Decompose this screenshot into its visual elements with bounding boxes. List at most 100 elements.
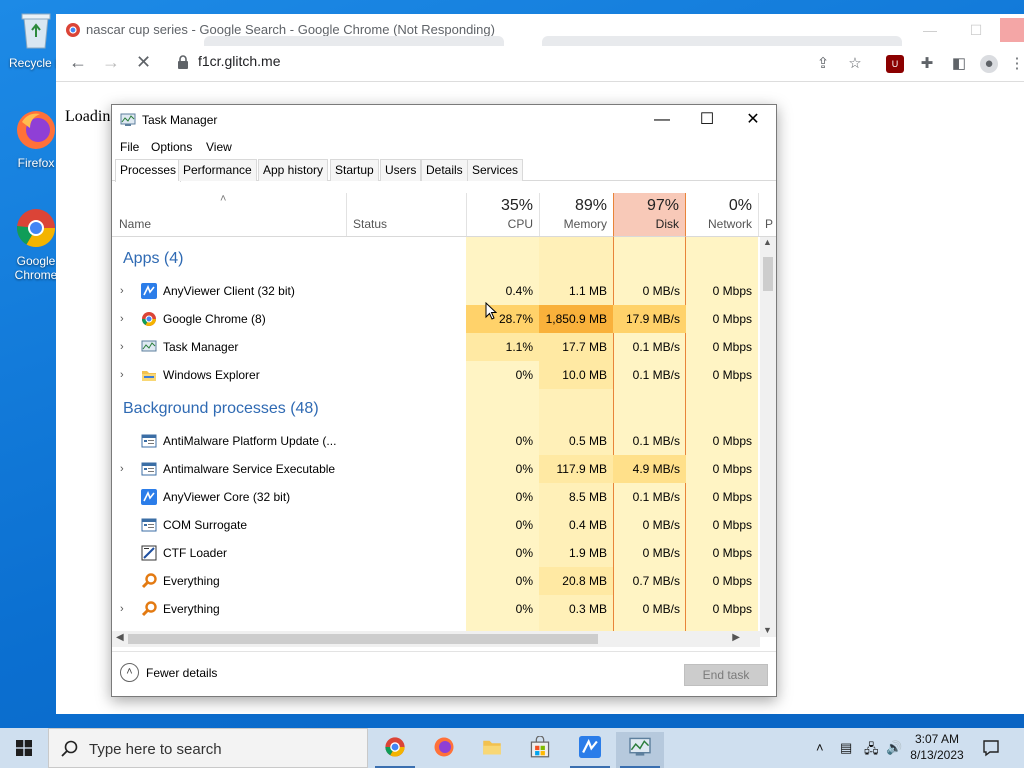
end-task-button[interactable]: End task (684, 664, 768, 686)
process-name: AnyViewer Core (32 bit) (163, 490, 291, 504)
expand-chevron-icon[interactable]: › (120, 277, 124, 305)
anyviewer-icon (579, 736, 601, 758)
vertical-scroll-thumb[interactable] (763, 257, 773, 291)
taskbar-search-placeholder: Type here to search (89, 741, 222, 758)
windows-logo-icon (16, 740, 32, 756)
header-power[interactable]: P (758, 193, 776, 237)
tab-details[interactable]: Details (421, 159, 468, 181)
tab-startup[interactable]: Startup (330, 159, 379, 181)
minimize-icon[interactable]: — (639, 105, 685, 135)
group-background-processes[interactable]: Background processes (48) (123, 400, 319, 418)
tab-users[interactable]: Users (380, 159, 422, 181)
chevron-up-icon[interactable]: ˄ (816, 740, 824, 755)
memory-value: 0.4 MB (568, 518, 607, 532)
table-row[interactable]: › Everything 0% 0.3 MB 0 MB/s 0 Mbps (112, 595, 758, 623)
tab-services[interactable]: Services (467, 159, 524, 181)
memory-value: 8.5 MB (568, 490, 607, 504)
notification-icon[interactable] (982, 739, 1000, 757)
disk-value: 0 MB/s (642, 602, 680, 616)
maximize-icon[interactable]: ☐ (684, 105, 730, 135)
chrome-tab[interactable] (542, 36, 902, 46)
stop-loading-icon[interactable]: ✕ (136, 52, 151, 73)
table-row[interactable]: Everything 0% 20.8 MB 0.7 MB/s 0 Mbps (112, 567, 758, 595)
fewer-details-link[interactable]: Fewer details (146, 666, 217, 680)
forward-icon[interactable]: → (102, 52, 120, 73)
expand-chevron-icon[interactable]: › (120, 305, 124, 333)
group-apps[interactable]: Apps (4) (123, 250, 183, 268)
task-manager-icon (141, 340, 157, 352)
header-name[interactable]: ˄ Name (112, 193, 346, 237)
table-row[interactable]: › Antimalware Service Executable 0% 117.… (112, 455, 758, 483)
header-network[interactable]: 0% Network (686, 193, 758, 237)
cpu-value: 0% (515, 490, 533, 504)
chevron-up-icon[interactable]: ˄ (120, 663, 139, 682)
table-row[interactable]: › AnyViewer Client (32 bit) 0.4% 1.1 MB … (112, 277, 758, 305)
tab-app-history[interactable]: App history (258, 159, 329, 181)
taskbar-app-store[interactable] (516, 732, 564, 768)
taskbar-app-anyviewer[interactable] (566, 732, 614, 768)
address-bar[interactable]: f1cr.glitch.me (198, 53, 280, 69)
expand-chevron-icon[interactable]: › (120, 455, 124, 483)
header-memory[interactable]: 89% Memory (539, 193, 613, 237)
memory-value: 17.7 MB (539, 333, 613, 361)
maximize-icon[interactable]: ☐ (956, 18, 996, 42)
expand-chevron-icon[interactable]: › (120, 361, 124, 389)
tab-processes[interactable]: Processes (115, 159, 182, 182)
side-panel-icon[interactable]: ◧ (950, 55, 968, 73)
menu-file[interactable]: File (120, 140, 139, 154)
vertical-scrollbar[interactable]: ▲ ▼ (760, 237, 776, 637)
taskbar-search-box[interactable]: Type here to search (48, 728, 368, 768)
scroll-left-icon[interactable]: ◀ (116, 632, 124, 643)
task-manager-window: Task Manager — ☐ ✕ File Options View Pro… (111, 104, 777, 697)
scroll-right-icon[interactable]: ▶ (732, 632, 740, 643)
table-row[interactable]: AnyViewer Core (32 bit) 0% 8.5 MB 0.1 MB… (112, 483, 758, 511)
cpu-value: 0% (515, 574, 533, 588)
table-row[interactable]: COM Surrogate 0% 0.4 MB 0 MB/s 0 Mbps (112, 511, 758, 539)
cpu-value: 0% (515, 434, 533, 448)
disk-value: 0.1 MB/s (632, 490, 680, 504)
scroll-up-icon[interactable]: ▲ (763, 237, 772, 247)
volume-icon[interactable]: 🔊 (886, 740, 902, 756)
menu-bar: File Options View (112, 137, 776, 159)
header-disk[interactable]: 97% Disk (613, 193, 686, 237)
table-row[interactable]: › Google Chrome (8) 28.7% 1,850.9 MB 17.… (112, 305, 758, 333)
bookmark-star-icon[interactable]: ☆ (846, 55, 864, 73)
service-window-icon (141, 462, 157, 476)
taskbar-app-chrome[interactable] (371, 732, 419, 768)
lock-icon[interactable] (176, 54, 190, 70)
table-row[interactable]: › Task Manager 1.1% 17.7 MB 0.1 MB/s 0 M… (112, 333, 758, 361)
horizontal-scrollbar[interactable]: ◀ ▶ (112, 631, 760, 647)
menu-view[interactable]: View (206, 140, 232, 154)
tab-performance[interactable]: Performance (178, 159, 257, 181)
expand-chevron-icon[interactable]: › (120, 595, 124, 623)
minimize-icon[interactable]: — (910, 18, 950, 42)
header-status[interactable]: Status (346, 193, 466, 237)
ublock-icon[interactable]: U (886, 55, 904, 73)
extensions-icon[interactable]: ✚ (918, 55, 936, 73)
profile-avatar-icon[interactable]: ● (980, 55, 998, 73)
taskbar-app-firefox[interactable] (420, 732, 468, 768)
hardware-icon[interactable]: ▤ (840, 740, 852, 756)
header-cpu[interactable]: 35% CPU (466, 193, 539, 237)
chrome-tab[interactable] (204, 36, 504, 46)
taskbar-clock[interactable]: 3:07 AM 8/13/2023 (906, 731, 968, 763)
table-row[interactable]: › Windows Explorer 0% 10.0 MB 0.1 MB/s 0… (112, 361, 758, 389)
start-button[interactable] (0, 728, 48, 768)
back-icon[interactable]: ← (69, 52, 87, 73)
network-icon[interactable]: 🖧 (864, 740, 879, 762)
process-name: Antimalware Service Executable (163, 462, 336, 476)
close-icon[interactable] (1000, 18, 1024, 42)
disk-value: 0.1 MB/s (632, 434, 680, 448)
horizontal-scroll-thumb[interactable] (128, 634, 598, 644)
share-icon[interactable]: ⇪ (814, 55, 832, 73)
table-row[interactable]: AntiMalware Platform Update (... 0% 0.5 … (112, 427, 758, 455)
chrome-menu-icon[interactable]: ⋮ (1008, 55, 1024, 73)
taskbar-app-file-explorer[interactable] (468, 732, 516, 768)
taskbar-app-task-manager[interactable] (616, 732, 664, 768)
close-icon[interactable]: ✕ (730, 105, 776, 135)
table-row[interactable]: CTF Loader 0% 1.9 MB 0 MB/s 0 Mbps (112, 539, 758, 567)
expand-chevron-icon[interactable]: › (120, 333, 124, 361)
folder-icon (483, 740, 501, 755)
scroll-down-icon[interactable]: ▼ (763, 625, 772, 635)
menu-options[interactable]: Options (151, 140, 192, 154)
